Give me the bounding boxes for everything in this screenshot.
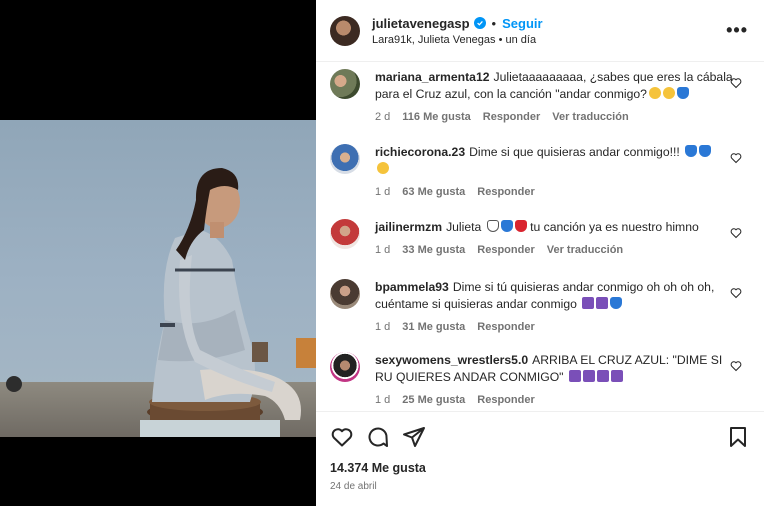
crying-face-icon <box>377 162 389 174</box>
reply-button[interactable]: Responder <box>477 244 534 256</box>
post-header: julietavenegasp • Seguir Lara91k, Juliet… <box>316 0 764 62</box>
music-notes-icon <box>582 297 595 309</box>
post-actions <box>316 411 764 461</box>
comment-icon[interactable] <box>366 425 390 449</box>
translate-button[interactable]: Ver traducción <box>547 244 623 256</box>
comment-item: bpammela93 Dime si tú quisieras andar con… <box>330 279 754 333</box>
comment-item: sexywomens_wrestlers5.0 ARRIBA EL CRUZ AZ… <box>330 352 754 406</box>
emoji-icon <box>648 87 661 99</box>
more-options-icon[interactable]: ••• <box>726 20 748 41</box>
author-avatar[interactable] <box>330 15 360 46</box>
post-photo[interactable] <box>0 120 316 437</box>
white-heart-icon <box>486 220 499 232</box>
like-comment-heart-icon[interactable] <box>730 287 742 299</box>
comment-meta: 1 d 25 Me gusta Responder <box>375 394 735 406</box>
comment-meta: 1 d 63 Me gusta Responder <box>375 186 735 198</box>
comment-time[interactable]: 1 d <box>375 321 390 333</box>
comment-body: mariana_armenta12 Julietaaaaaaaaa, ¿sabes… <box>375 69 735 123</box>
comment-text-block: mariana_armenta12 Julietaaaaaaaaa, ¿sabes… <box>375 69 735 103</box>
post-media[interactable] <box>0 0 316 506</box>
comment-body: sexywomens_wrestlers5.0 ARRIBA EL CRUZ AZ… <box>375 352 735 406</box>
music-notes-icon <box>596 370 609 382</box>
comment-body: bpammela93 Dime si tú quisieras andar con… <box>375 279 735 333</box>
music-notes-icon <box>568 370 581 382</box>
like-comment-heart-icon[interactable] <box>730 77 742 89</box>
comment-likes[interactable]: 116 Me gusta <box>402 111 470 123</box>
comment-time[interactable]: 2 d <box>375 111 390 123</box>
comment-avatar[interactable] <box>330 352 360 382</box>
comment-text-block: bpammela93 Dime si tú quisieras andar con… <box>375 279 735 313</box>
blue-heart-icon <box>699 145 712 157</box>
comment-avatar[interactable] <box>330 219 360 249</box>
comment-text-after: tu canción ya es nuestro himno <box>530 220 699 234</box>
comment-username[interactable]: sexywomens_wrestlers5.0 <box>375 353 528 367</box>
comment-meta: 2 d 116 Me gusta Responder Ver traducció… <box>375 111 735 123</box>
author-subtitle[interactable]: Lara91k, Julieta Venegas • un día <box>372 34 543 46</box>
comment-text-block: richiecorona.23 Dime si que quisieras and… <box>375 144 735 178</box>
comments-list[interactable]: mariana_armenta12 Julietaaaaaaaaa, ¿sabes… <box>316 62 764 411</box>
like-heart-icon[interactable] <box>330 425 354 449</box>
woman-figure <box>6 168 316 437</box>
comment-item: richiecorona.23 Dime si que quisieras and… <box>330 144 754 198</box>
like-comment-heart-icon[interactable] <box>730 360 742 372</box>
author-info: julietavenegasp • Seguir Lara91k, Juliet… <box>372 16 543 46</box>
blue-heart-icon <box>685 145 698 157</box>
comment-item: jailinermzm Julieta tu canción ya es nues… <box>330 219 754 256</box>
share-icon[interactable] <box>402 425 426 449</box>
comment-likes[interactable]: 33 Me gusta <box>402 244 465 256</box>
separator-dot: • <box>491 15 497 31</box>
bookmark-icon[interactable] <box>726 425 750 449</box>
blue-heart-icon <box>610 297 623 309</box>
comment-avatar[interactable] <box>330 279 360 309</box>
train-icon <box>596 297 609 309</box>
reply-button[interactable]: Responder <box>483 111 540 123</box>
author-username[interactable]: julietavenegasp <box>372 16 470 31</box>
comment-text: Dime si que quisieras andar conmigo!!! <box>469 145 680 159</box>
comment-avatar[interactable] <box>330 144 360 174</box>
comment-meta: 1 d 31 Me gusta Responder <box>375 321 735 333</box>
comment-username[interactable]: richiecorona.23 <box>375 145 465 159</box>
comment-item: mariana_armenta12 Julietaaaaaaaaa, ¿sabes… <box>330 69 754 123</box>
emoji-icon <box>662 87 675 99</box>
comment-time[interactable]: 1 d <box>375 394 390 406</box>
music-notes-icon <box>582 370 595 382</box>
verified-icon <box>473 17 486 29</box>
comment-text-block: sexywomens_wrestlers5.0 ARRIBA EL CRUZ AZ… <box>375 352 735 386</box>
like-comment-heart-icon[interactable] <box>730 152 742 164</box>
comment-likes[interactable]: 31 Me gusta <box>402 321 465 333</box>
comment-avatar[interactable] <box>330 69 360 99</box>
comment-time[interactable]: 1 d <box>375 186 390 198</box>
post-date[interactable]: 24 de abril <box>316 481 764 506</box>
translate-button[interactable]: Ver traducción <box>552 111 628 123</box>
comment-username[interactable]: bpammela93 <box>375 280 449 294</box>
like-comment-heart-icon[interactable] <box>730 227 742 239</box>
comment-username[interactable]: mariana_armenta12 <box>375 70 490 84</box>
blue-heart-icon <box>500 220 513 232</box>
music-notes-icon <box>610 370 623 382</box>
post-likes-count[interactable]: 14.374 Me gusta <box>316 461 764 475</box>
reply-button[interactable]: Responder <box>477 186 534 198</box>
reply-button[interactable]: Responder <box>477 321 534 333</box>
follow-button[interactable]: Seguir <box>502 16 542 31</box>
comment-body: richiecorona.23 Dime si que quisieras and… <box>375 144 735 198</box>
comment-likes[interactable]: 25 Me gusta <box>402 394 465 406</box>
reply-button[interactable]: Responder <box>477 394 534 406</box>
comment-likes[interactable]: 63 Me gusta <box>402 186 465 198</box>
comment-text-before: Julieta <box>446 220 482 234</box>
post-sidebar: julietavenegasp • Seguir Lara91k, Juliet… <box>316 0 764 506</box>
comment-meta: 1 d 33 Me gusta Responder Ver traducción <box>375 244 735 256</box>
comment-text-block: jailinermzm Julieta tu canción ya es nues… <box>375 219 735 236</box>
blue-heart-icon <box>676 87 689 99</box>
red-heart-icon <box>514 220 527 232</box>
instagram-post-modal: julietavenegasp • Seguir Lara91k, Juliet… <box>0 0 764 506</box>
comment-time[interactable]: 1 d <box>375 244 390 256</box>
comment-body: jailinermzm Julieta tu canción ya es nues… <box>375 219 735 256</box>
author-line: julietavenegasp • Seguir <box>372 16 543 31</box>
comment-username[interactable]: jailinermzm <box>375 220 442 234</box>
